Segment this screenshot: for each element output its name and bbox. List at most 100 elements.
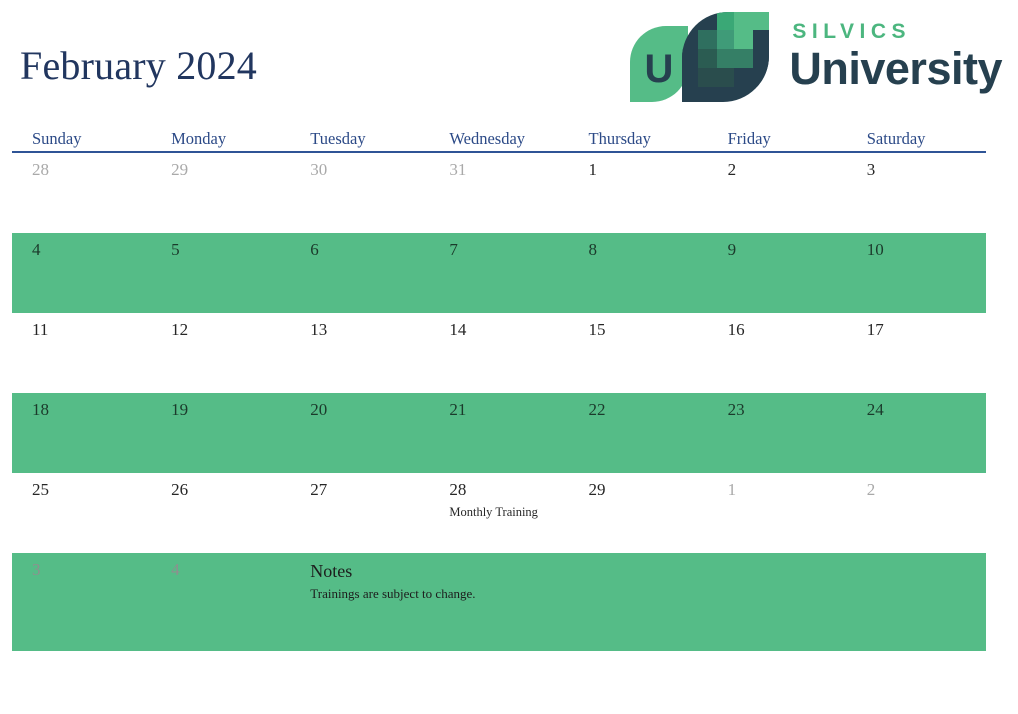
calendar-day-cell[interactable]: 22 [569, 393, 708, 473]
calendar-day-cell[interactable]: 3 [847, 153, 986, 233]
day-number: 10 [866, 240, 884, 259]
day-number: 12 [171, 320, 189, 339]
calendar-notes-row: 3 4 Notes Trainings are subject to change. [12, 553, 986, 651]
calendar-day-cell[interactable]: 13 [290, 313, 429, 393]
day-number: 3 [866, 160, 876, 179]
calendar-day-cell[interactable]: 1 [569, 153, 708, 233]
calendar-week-row: 25 26 27 28 Monthly Training 29 1 2 [12, 473, 986, 553]
calendar-day-cell[interactable]: 29 [151, 153, 290, 233]
day-number: 13 [310, 320, 328, 339]
calendar-day-cell[interactable]: 12 [151, 313, 290, 393]
day-number: 24 [866, 400, 884, 419]
calendar-day-cell[interactable]: 28 Monthly Training [429, 473, 568, 553]
calendar-day-cell[interactable]: 9 [708, 233, 847, 313]
day-number: 27 [310, 480, 328, 499]
weekday-header-friday: Friday [727, 129, 771, 148]
calendar-day-cell[interactable]: 2 [708, 153, 847, 233]
day-number: 15 [588, 320, 606, 339]
calendar-week-row: 28 29 30 31 1 2 3 [12, 153, 986, 233]
day-number: 17 [866, 320, 884, 339]
calendar-day-cell[interactable]: 4 [12, 233, 151, 313]
day-number: 25 [32, 480, 49, 499]
day-number: 30 [310, 160, 328, 179]
day-number: 29 [171, 160, 189, 179]
calendar-day-cell[interactable]: 27 [290, 473, 429, 553]
logo-silvics-text: SILVICS [792, 20, 912, 43]
calendar-day-cell[interactable]: 5 [151, 233, 290, 313]
notes-block[interactable]: Notes Trainings are subject to change. [290, 553, 986, 651]
day-event-label[interactable]: Monthly Training [449, 504, 568, 520]
calendar-day-cell[interactable]: 7 [429, 233, 568, 313]
calendar-day-cell[interactable]: 4 [151, 553, 290, 651]
day-number: 1 [588, 160, 598, 179]
day-number: 22 [588, 400, 606, 419]
day-number: 2 [727, 160, 737, 179]
calendar-day-cell[interactable]: 17 [847, 313, 986, 393]
calendar-week-row: 11 12 13 14 15 16 17 [12, 313, 986, 393]
calendar-day-cell[interactable]: 20 [290, 393, 429, 473]
calendar-day-cell[interactable]: 28 [12, 153, 151, 233]
calendar-grid: Sunday Monday Tuesday Wednesday Thursday Frid… [12, 126, 986, 651]
day-number: 28 [449, 480, 467, 499]
calendar-day-cell[interactable]: 25 [12, 473, 151, 553]
weekday-header-thursday: Thursday [588, 129, 651, 148]
day-number: 28 [32, 160, 49, 179]
calendar-week-row: 4 5 6 7 8 9 10 [12, 233, 986, 313]
page-title: February 2024 [20, 43, 257, 88]
day-number: 21 [449, 400, 467, 419]
calendar-day-cell[interactable]: 21 [429, 393, 568, 473]
day-number: 20 [310, 400, 328, 419]
day-number: 29 [588, 480, 606, 499]
calendar-day-cell[interactable]: 31 [429, 153, 568, 233]
logo-wordmark: SILVICS University [789, 21, 1002, 91]
calendar-day-cell[interactable]: 1 [708, 473, 847, 553]
calendar-day-cell[interactable]: 16 [708, 313, 847, 393]
calendar-week-row: 18 19 20 21 22 23 24 [12, 393, 986, 473]
day-number: 7 [449, 240, 458, 259]
day-number: 26 [171, 480, 189, 499]
calendar-day-cell[interactable]: 26 [151, 473, 290, 553]
calendar-day-cell[interactable]: 18 [12, 393, 151, 473]
calendar-day-cell[interactable]: 14 [429, 313, 568, 393]
weekday-header-monday: Monday [171, 129, 227, 148]
notes-body-text: Trainings are subject to change. [310, 586, 476, 601]
logo-university-text: University [789, 43, 1002, 94]
day-number: 3 [32, 560, 41, 579]
calendar-day-cell[interactable]: 3 [12, 553, 151, 651]
day-number: 23 [727, 400, 745, 419]
calendar-day-cell[interactable]: 8 [569, 233, 708, 313]
brand-logo: U SILVICS University [622, 6, 1002, 106]
day-number: 1 [727, 480, 737, 499]
calendar-day-cell[interactable]: 15 [569, 313, 708, 393]
calendar-day-cell[interactable]: 11 [12, 313, 151, 393]
notes-heading: Notes [310, 561, 353, 581]
weekday-header-saturday: Saturday [866, 129, 926, 148]
calendar-day-cell[interactable]: 23 [708, 393, 847, 473]
day-number: 5 [171, 240, 180, 259]
svg-text:U: U [645, 47, 674, 91]
day-number: 6 [310, 240, 319, 259]
silvics-leaf-u-mark-icon: U [630, 12, 770, 102]
day-number: 18 [32, 400, 49, 419]
weekday-header-wednesday: Wednesday [449, 129, 526, 148]
day-number: 31 [449, 160, 467, 179]
calendar-day-cell[interactable]: 6 [290, 233, 429, 313]
day-number: 19 [171, 400, 189, 419]
day-number: 2 [866, 480, 876, 499]
calendar-day-cell[interactable]: 19 [151, 393, 290, 473]
page-header: February 2024 U SILVICS University [0, 0, 1018, 120]
day-number: 16 [727, 320, 745, 339]
calendar-weeks: 28 29 30 31 1 2 3 4 5 6 7 8 9 10 11 12 13 14 15 16 17 18 19 20 2… [12, 153, 986, 651]
calendar-day-cell[interactable]: 24 [847, 393, 986, 473]
calendar-day-cell[interactable]: 2 [847, 473, 986, 553]
weekday-header-sunday: Sunday [32, 129, 82, 148]
calendar-day-cell[interactable]: 30 [290, 153, 429, 233]
day-number: 4 [32, 240, 41, 259]
calendar-day-cell[interactable]: 10 [847, 233, 986, 313]
calendar-day-cell[interactable]: 29 [569, 473, 708, 553]
day-number: 9 [727, 240, 737, 259]
weekday-header-tuesday: Tuesday [310, 129, 366, 148]
day-number: 8 [588, 240, 598, 259]
day-number: 4 [171, 560, 180, 579]
day-number: 11 [32, 320, 49, 339]
